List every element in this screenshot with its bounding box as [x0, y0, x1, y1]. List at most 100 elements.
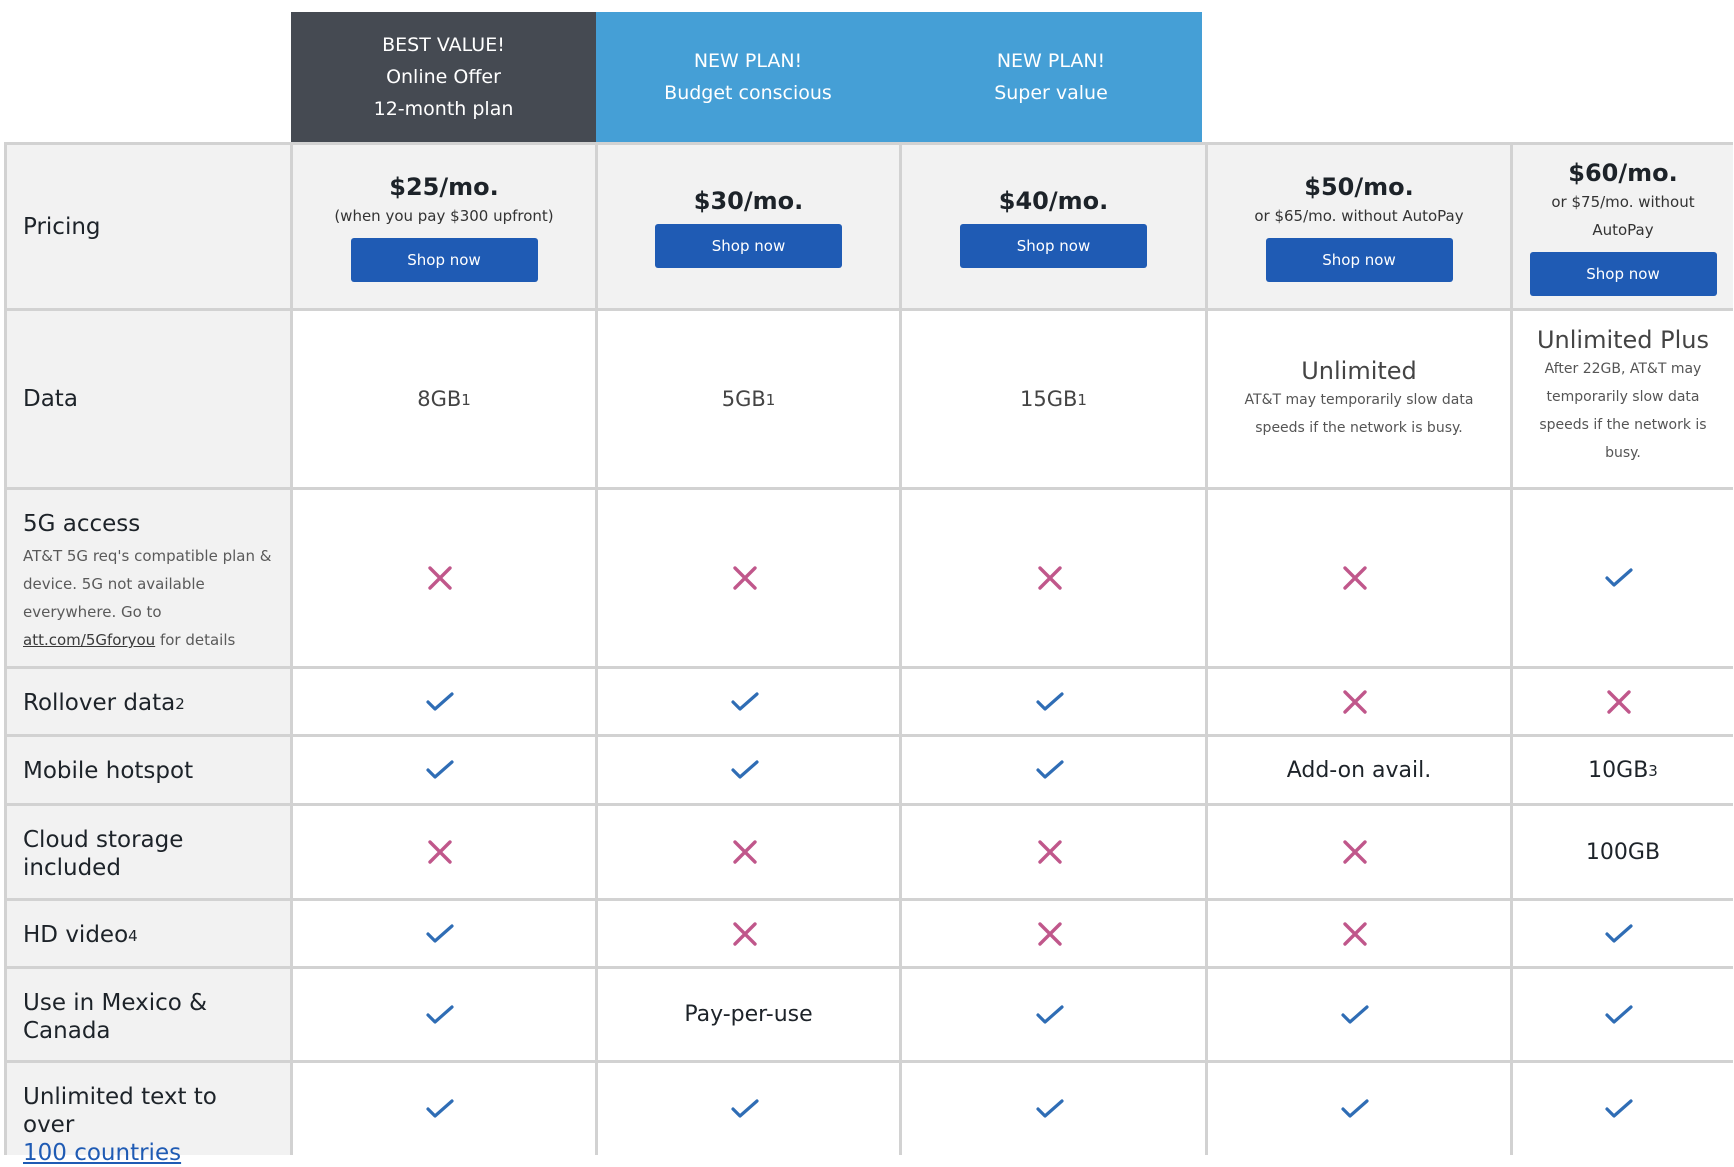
plan-header-line: NEW PLAN! [693, 50, 803, 72]
checkmark-icon [1341, 1004, 1369, 1026]
checkmark-icon [730, 759, 759, 781]
cross-icon [732, 839, 758, 865]
data-note: After 22GB, AT&T may temporarily slow da… [1539, 361, 1707, 461]
plan-price: $50/mo. [1304, 172, 1414, 201]
footnote-marker: 3 [1648, 761, 1658, 780]
feature-cell [293, 969, 595, 1060]
feature-cell [1208, 969, 1510, 1060]
feature-cell [1208, 806, 1510, 898]
checkmark-icon [1605, 923, 1633, 945]
data-amount: 5GB1 [721, 387, 776, 411]
plan-price-note: (when you pay $300 upfront) [334, 206, 554, 225]
data-cell-plan-5: Unlimited Plus After 22GB, AT&T may tempo… [1513, 311, 1733, 487]
plan-header-line: Super value [994, 82, 1108, 104]
row-label-text: Cloud storage included [23, 827, 184, 881]
feature-cell [902, 490, 1205, 666]
feature-cell [1513, 669, 1733, 734]
countries-link[interactable]: 100 countries [23, 1140, 181, 1166]
row-label-hd-video: HD video4 [7, 901, 290, 966]
feature-cell [902, 669, 1205, 734]
plan-price: $25/mo. [389, 172, 499, 201]
plan-price-note: or $65/mo. without AutoPay [1254, 206, 1464, 225]
feature-cell: Pay-per-use [598, 969, 899, 1060]
feature-cell [1513, 490, 1733, 666]
feature-cell [598, 806, 899, 898]
feature-cell [1513, 1063, 1733, 1155]
data-cell-plan-4: Unlimited AT&T may temporarily slow data … [1208, 311, 1510, 487]
cross-icon [427, 839, 453, 865]
cross-icon [1342, 565, 1368, 591]
row-label-mobile-hotspot: Mobile hotspot [7, 737, 290, 803]
cross-icon [1342, 839, 1368, 865]
plan-header-line: NEW PLAN! [996, 50, 1106, 72]
feature-cell [902, 969, 1205, 1060]
feature-cell [598, 1063, 899, 1155]
row-label-5g-access: 5G access AT&T 5G req's compatible plan &… [7, 490, 290, 666]
feature-cell: 100GB [1513, 806, 1733, 898]
row-label-rollover-data: Rollover data2 [7, 669, 290, 734]
feature-cell [1513, 969, 1733, 1060]
feature-value: 10GB3 [1588, 757, 1658, 783]
footnote-marker: 2 [175, 695, 185, 713]
footnote-marker: 4 [128, 927, 138, 945]
feature-cell [902, 901, 1205, 966]
cross-icon [1606, 689, 1632, 715]
checkmark-icon [426, 1004, 454, 1026]
checkmark-icon [1341, 1098, 1369, 1120]
shop-now-button[interactable]: Shop now [960, 223, 1147, 268]
cross-icon [1037, 839, 1063, 865]
plan-header-line: Budget conscious [664, 82, 832, 104]
plan-header-2: NEW PLAN! Budget conscious [596, 12, 900, 142]
shop-now-button[interactable]: Shop now [655, 223, 842, 268]
row-label-text: 5G access [23, 511, 141, 537]
checkmark-icon [1605, 567, 1633, 589]
feature-cell [293, 669, 595, 734]
row-label-text: Unlimited text to over 100 countries [23, 1084, 217, 1166]
checkmark-icon [1605, 1098, 1633, 1120]
cross-icon [732, 565, 758, 591]
data-cell-plan-3: 15GB1 [902, 311, 1205, 487]
checkmark-icon [1035, 1098, 1064, 1120]
feature-cell [598, 901, 899, 966]
pricing-cell-plan-1: $25/mo. (when you pay $300 upfront) Shop n… [293, 145, 595, 308]
checkmark-icon [426, 1098, 454, 1120]
feature-value: Add-on avail. [1286, 757, 1432, 783]
pricing-cell-plan-3: $40/mo. Shop now [902, 145, 1205, 308]
data-amount: 15GB1 [1020, 387, 1087, 411]
cross-icon [1037, 565, 1063, 591]
feature-cell [1208, 1063, 1510, 1155]
data-plan-name: Unlimited [1301, 357, 1417, 385]
pricing-cell-plan-2: $30/mo. Shop now [598, 145, 899, 308]
feature-cell [293, 737, 595, 803]
plan-price: $60/mo. [1568, 158, 1678, 187]
cross-icon [1342, 689, 1368, 715]
checkmark-icon [1035, 1004, 1064, 1026]
feature-value: Pay-per-use [684, 1002, 813, 1027]
5g-details-link[interactable]: att.com/5Gforyou [23, 631, 155, 649]
checkmark-icon [426, 759, 454, 781]
shop-now-button[interactable]: Shop now [1529, 251, 1717, 296]
shop-now-button[interactable]: Shop now [350, 237, 538, 282]
row-label-text: Mobile hotspot [23, 758, 194, 784]
feature-cell [902, 806, 1205, 898]
row-label-text: Data [23, 386, 78, 412]
feature-cell [598, 669, 899, 734]
data-amount: 8GB1 [417, 387, 471, 411]
plan-header-3: NEW PLAN! Super value [900, 12, 1202, 142]
checkmark-icon [426, 923, 454, 945]
row-label-data: Data [7, 311, 290, 487]
data-plan-name: Unlimited Plus [1536, 326, 1710, 354]
pricing-cell-plan-5: $60/mo. or $75/mo. without AutoPay Shop no… [1513, 145, 1733, 308]
checkmark-icon [1035, 691, 1064, 713]
plan-price-note: or $75/mo. without AutoPay [1551, 192, 1695, 239]
feature-cell [293, 806, 595, 898]
plan-price: $30/mo. [693, 186, 804, 215]
feature-cell [293, 490, 595, 666]
plan-comparison-table: Pricing Data 5G access AT&T 5G req's compat… [4, 142, 1733, 1166]
cross-icon [1342, 921, 1368, 947]
plan-header-1: BEST VALUE! Online Offer 12-month plan [291, 12, 596, 142]
data-cell-plan-2: 5GB1 [598, 311, 899, 487]
feature-cell [1208, 490, 1510, 666]
checkmark-icon [1035, 759, 1064, 781]
shop-now-button[interactable]: Shop now [1265, 237, 1453, 282]
